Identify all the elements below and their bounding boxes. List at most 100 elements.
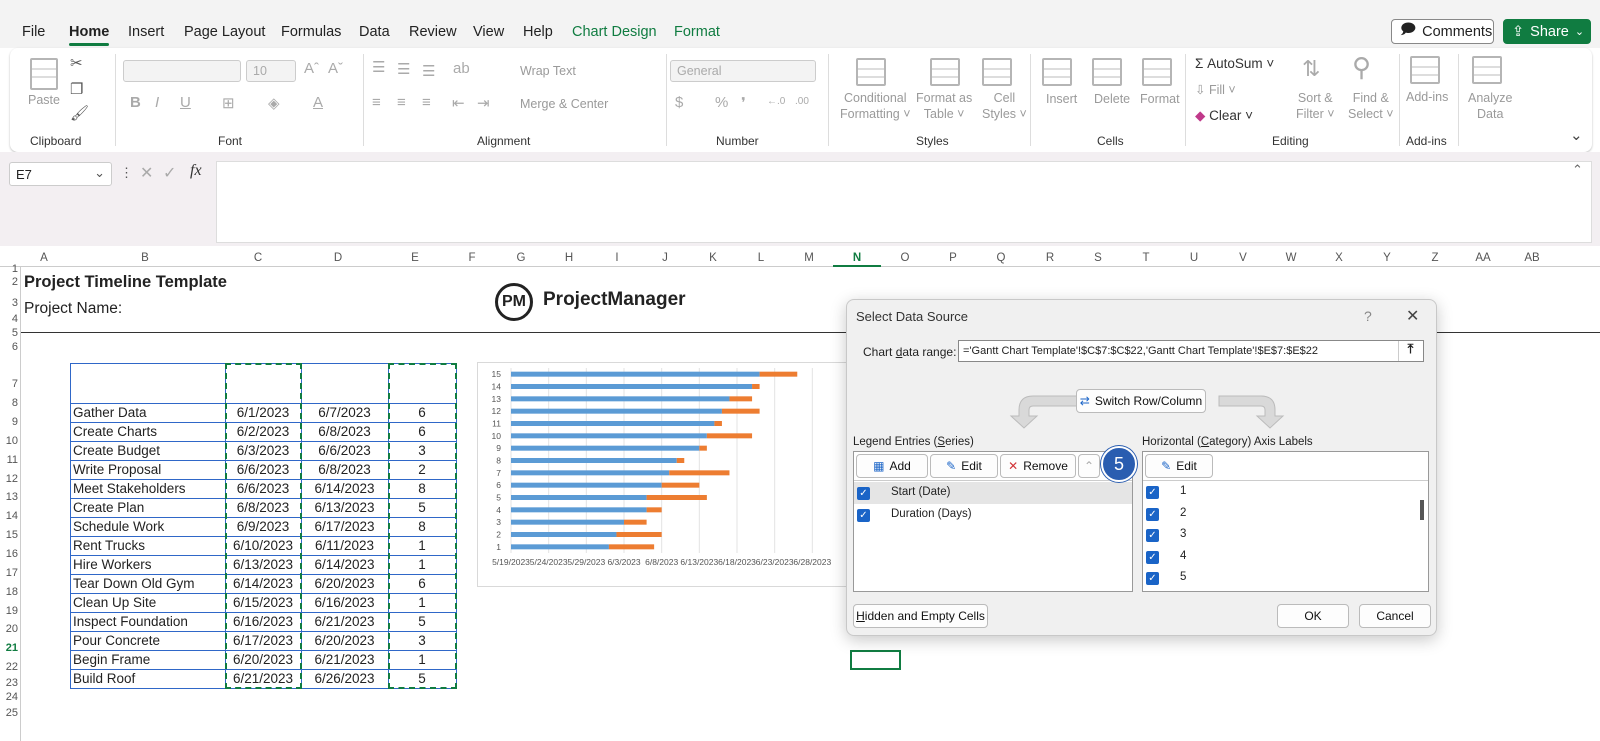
addins-button[interactable]: Add-ins — [1406, 90, 1448, 104]
end-date-cell[interactable]: 6/14/2023 — [301, 481, 388, 496]
grow-font-icon[interactable]: Aˆ — [304, 60, 319, 77]
help-icon[interactable]: ? — [1364, 308, 1372, 324]
column-header-c[interactable]: C — [243, 252, 273, 264]
checkbox-icon[interactable]: ✓ — [1146, 529, 1159, 542]
column-header-aa[interactable]: AA — [1468, 252, 1498, 264]
find-select-button[interactable]: Find & Select ˅ — [1348, 90, 1394, 122]
axis-label-item[interactable]: ✓ 2 — [1143, 504, 1413, 525]
align-left-icon[interactable]: ≡ — [372, 94, 381, 111]
menu-chart-design[interactable]: Chart Design — [572, 24, 657, 40]
menu-page-layout[interactable]: Page Layout — [184, 24, 265, 40]
increase-decimal-icon[interactable]: ←.0 — [767, 96, 785, 107]
end-date-cell[interactable]: 6/20/2023 — [301, 633, 388, 648]
column-header-p[interactable]: P — [938, 252, 968, 264]
selected-cell[interactable] — [850, 650, 901, 670]
font-color-icon[interactable]: A — [313, 94, 323, 111]
format-cells-icon[interactable] — [1142, 58, 1172, 86]
share-button[interactable]: ⇪ Share ⌄ — [1503, 19, 1591, 44]
autosum-button[interactable]: Σ AutoSum ˅ — [1195, 56, 1274, 71]
edit-axis-button[interactable]: ✎ Edit — [1145, 454, 1213, 478]
axis-label-item[interactable]: ✓ 5 — [1143, 568, 1413, 589]
format-as-table-icon[interactable] — [930, 58, 960, 86]
axis-label-item[interactable]: ✓ 3 — [1143, 525, 1413, 546]
comma-icon[interactable]: ❜ — [741, 94, 746, 112]
cancel-icon[interactable]: ✕ — [140, 163, 153, 183]
task-name-cell[interactable]: Rent Trucks — [73, 538, 145, 553]
menu-help[interactable]: Help — [523, 24, 553, 40]
hidden-empty-cells-button[interactable]: Hidden and Empty Cells — [853, 604, 988, 628]
addins-icon[interactable] — [1410, 56, 1440, 84]
percent-icon[interactable]: % — [715, 94, 728, 111]
task-name-cell[interactable]: Inspect Foundation — [73, 614, 188, 629]
column-header-d[interactable]: D — [323, 252, 353, 264]
task-name-cell[interactable]: Write Proposal — [73, 462, 161, 477]
copy-icon[interactable]: ❐ — [70, 80, 83, 98]
menu-home[interactable]: Home — [69, 24, 109, 40]
delete-cells-icon[interactable] — [1092, 58, 1122, 86]
end-date-cell[interactable]: 6/13/2023 — [301, 500, 388, 515]
task-name-cell[interactable]: Tear Down Old Gym — [73, 576, 195, 591]
checkbox-icon[interactable]: ✓ — [1146, 486, 1159, 499]
task-name-cell[interactable]: Build Roof — [73, 671, 135, 686]
column-header-r[interactable]: R — [1035, 252, 1065, 264]
end-date-cell[interactable]: 6/17/2023 — [301, 519, 388, 534]
insert-cells-button[interactable]: Insert — [1046, 92, 1077, 106]
align-middle-icon[interactable]: ☰ — [397, 60, 410, 78]
font-size-combo[interactable]: 10 — [246, 60, 296, 82]
format-cells-button[interactable]: Format — [1140, 92, 1180, 106]
close-icon[interactable]: ✕ — [1406, 306, 1419, 326]
underline-icon[interactable]: U — [180, 94, 191, 111]
column-header-v[interactable]: V — [1228, 252, 1258, 264]
merge-center-button[interactable]: Merge & Center — [520, 97, 608, 111]
series-item-duration[interactable]: ✓ Duration (Days) — [854, 504, 1132, 526]
sort-filter-button[interactable]: Sort & Filter ˅ — [1296, 90, 1335, 122]
end-date-cell[interactable]: 6/21/2023 — [301, 614, 388, 629]
bold-icon[interactable]: B — [130, 94, 141, 111]
delete-cells-button[interactable]: Delete — [1094, 92, 1130, 106]
increase-indent-icon[interactable]: ⇥ — [477, 94, 490, 112]
paste-icon[interactable] — [30, 58, 58, 90]
menu-data[interactable]: Data — [359, 24, 390, 40]
task-name-cell[interactable]: Create Charts — [73, 424, 157, 439]
end-date-cell[interactable]: 6/7/2023 — [301, 405, 388, 420]
scrollbar-thumb[interactable] — [1420, 500, 1424, 520]
column-header-k[interactable]: K — [698, 252, 728, 264]
more-options-icon[interactable]: ⋮ — [120, 165, 133, 181]
column-header-j[interactable]: J — [650, 252, 680, 264]
ok-button[interactable]: OK — [1277, 604, 1349, 628]
menu-file[interactable]: File — [22, 24, 45, 40]
formula-input[interactable] — [216, 161, 1592, 243]
collapse-dialog-icon[interactable]: ⤒ — [1398, 341, 1422, 361]
analyze-data-icon[interactable] — [1472, 56, 1502, 84]
column-header-z[interactable]: Z — [1420, 252, 1450, 264]
column-header-b[interactable]: B — [130, 252, 160, 264]
cancel-button[interactable]: Cancel — [1359, 604, 1431, 628]
column-header-y[interactable]: Y — [1372, 252, 1402, 264]
currency-icon[interactable]: $ — [675, 94, 683, 111]
find-select-icon[interactable]: ⚲ — [1352, 52, 1371, 83]
menu-view[interactable]: View — [473, 24, 504, 40]
task-name-cell[interactable]: Gather Data — [73, 405, 147, 420]
format-as-table-button[interactable]: Format as Table ˅ — [916, 90, 972, 122]
menu-formulas[interactable]: Formulas — [281, 24, 341, 40]
task-name-cell[interactable]: Clean Up Site — [73, 595, 156, 610]
end-date-cell[interactable]: 6/21/2023 — [301, 652, 388, 667]
cell-styles-icon[interactable] — [982, 58, 1012, 86]
align-right-icon[interactable]: ≡ — [422, 94, 431, 111]
italic-icon[interactable]: I — [155, 94, 159, 111]
end-date-cell[interactable]: 6/11/2023 — [301, 538, 388, 553]
task-name-cell[interactable]: Schedule Work — [73, 519, 164, 534]
borders-icon[interactable]: ⊞ — [222, 94, 235, 112]
wrap-text-button[interactable]: Wrap Text — [520, 64, 576, 78]
column-header-f[interactable]: F — [457, 252, 487, 264]
checkbox-icon[interactable]: ✓ — [1146, 550, 1159, 564]
menu-format[interactable]: Format — [674, 24, 720, 40]
column-header-h[interactable]: H — [554, 252, 584, 264]
column-header-x[interactable]: X — [1324, 252, 1354, 264]
shrink-font-icon[interactable]: Aˇ — [328, 60, 343, 77]
end-date-cell[interactable]: 6/20/2023 — [301, 576, 388, 591]
comments-button[interactable]: 🗩 Comments — [1391, 19, 1494, 44]
axis-label-item[interactable]: ✓ 4 — [1143, 547, 1413, 568]
decrease-decimal-icon[interactable]: .00 — [795, 96, 809, 107]
sheet-title[interactable]: Project Timeline Template — [24, 273, 227, 292]
